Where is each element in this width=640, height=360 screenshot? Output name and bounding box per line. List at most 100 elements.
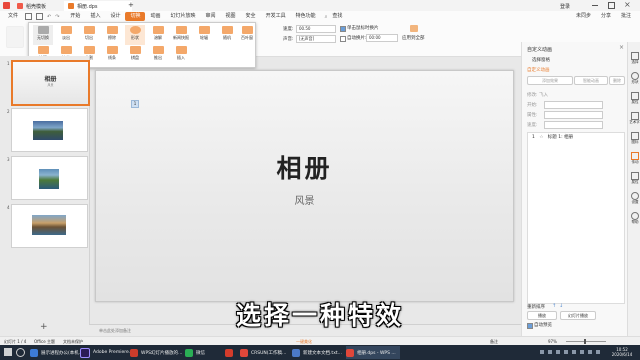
slide-canvas[interactable]: 1 相册 风景 xyxy=(95,70,514,302)
zoom-level[interactable]: 97% xyxy=(548,339,557,344)
taskbar-app[interactable] xyxy=(225,346,236,359)
slide-title[interactable]: 相册 xyxy=(96,149,513,185)
speed-input[interactable]: 00.50 xyxy=(296,25,336,33)
help-tool[interactable]: 帮助 xyxy=(630,212,640,225)
taskbar-app-active[interactable]: 相册.dps - WPS ... xyxy=(346,346,400,359)
tray-icons[interactable] xyxy=(540,350,600,354)
gear-icon xyxy=(631,192,639,200)
menu-developer[interactable]: 开发工具 xyxy=(261,12,291,21)
slide-thumbnail-3[interactable] xyxy=(11,156,88,200)
smart-animation-button[interactable]: 智能动画 xyxy=(574,76,608,85)
shape-tool[interactable]: 形状 xyxy=(630,72,640,85)
add-tab-button[interactable]: + xyxy=(128,1,134,9)
menu-animation[interactable]: 动画 xyxy=(145,12,165,21)
taskbar-app[interactable]: 微信 xyxy=(185,346,205,359)
effect-none[interactable]: 无切换 xyxy=(33,25,53,45)
shape-icon xyxy=(631,72,639,80)
share-button[interactable]: 分享 xyxy=(596,12,616,21)
taskbar-app[interactable]: 新建文本文档.txt... xyxy=(292,346,342,359)
panel-close-icon[interactable]: × xyxy=(619,44,624,51)
menu-review[interactable]: 审阅 xyxy=(201,12,221,21)
zoom-slider[interactable] xyxy=(566,341,606,342)
icon-tool[interactable]: 图标 xyxy=(630,132,640,145)
quick-save-icon[interactable] xyxy=(25,13,33,20)
taskbar-app[interactable]: 展示进程办公(本机... xyxy=(30,346,83,359)
effect-push[interactable]: 推出 xyxy=(148,45,168,65)
maximize-icon[interactable] xyxy=(608,2,615,9)
taskbar-app[interactable]: CRSUN(工作稿... xyxy=(240,346,286,359)
auto-advance-checkbox[interactable] xyxy=(340,36,346,42)
click-advance-checkbox[interactable] xyxy=(340,26,346,32)
slide-thumbnail-1[interactable]: 相册 风景 xyxy=(11,60,90,106)
wordart-tool[interactable]: 艺术字 xyxy=(629,112,640,125)
property-tool[interactable]: 属性 xyxy=(630,92,640,105)
landscape-photo xyxy=(32,215,66,235)
effect-blinds[interactable]: 百叶窗 xyxy=(237,25,257,45)
quick-print-icon[interactable] xyxy=(36,13,44,20)
effect-wheel[interactable]: 轮辐 xyxy=(194,25,214,45)
search-icon[interactable] xyxy=(16,348,25,357)
slide-number: 2 xyxy=(7,109,10,114)
comment-button[interactable]: 批注 xyxy=(616,12,636,21)
animation-tool[interactable]: 传动 xyxy=(630,152,640,165)
speed-select[interactable] xyxy=(544,121,603,129)
quick-redo-icon[interactable]: ↷ xyxy=(55,14,59,20)
menu-slideshow[interactable]: 幻灯片放映 xyxy=(166,12,201,21)
settings-tool[interactable]: 设置 xyxy=(630,192,640,205)
menu-file[interactable]: 文件 xyxy=(3,12,23,21)
item-order: 1 xyxy=(532,135,535,140)
slide-thumbnail-2[interactable] xyxy=(11,108,88,152)
preview-button[interactable] xyxy=(6,26,24,48)
menu-insert[interactable]: 插入 xyxy=(85,12,105,21)
slide-thumbnail-4[interactable] xyxy=(11,204,88,248)
apply-all-icon xyxy=(410,25,418,32)
effect-shape[interactable]: 形状 xyxy=(125,25,145,45)
property-select[interactable] xyxy=(544,111,603,119)
zoom-slider-handle[interactable] xyxy=(584,339,586,344)
property-tool-2[interactable]: 属性 xyxy=(630,172,640,185)
start-select[interactable] xyxy=(544,101,603,109)
select-tool[interactable]: 选择 xyxy=(630,52,640,65)
menu-transition[interactable]: 切换 xyxy=(125,12,146,21)
menu-security[interactable]: 安全 xyxy=(241,12,261,21)
effect-lines[interactable]: 线条 xyxy=(102,45,122,65)
effect-newsflash[interactable]: 新闻快报 xyxy=(171,25,191,45)
slide-subtitle[interactable]: 风景 xyxy=(96,192,513,207)
tab-docer[interactable]: 稻壳模板 xyxy=(13,1,50,11)
effect-cut[interactable]: 切出 xyxy=(79,25,99,45)
start-icon[interactable] xyxy=(4,348,12,356)
effect-dissolve[interactable]: 溶解 xyxy=(148,25,168,45)
app-icon xyxy=(30,348,38,357)
effect-fade[interactable]: 淡出 xyxy=(56,25,76,45)
minimize-icon[interactable] xyxy=(592,5,598,6)
close-icon[interactable]: × xyxy=(624,0,631,9)
add-effect-button[interactable]: 添加效果 xyxy=(527,76,573,85)
menu-search[interactable]: 查找 xyxy=(327,12,347,21)
animation-list-item[interactable]: 1 ☆ 标题 1: 相册 xyxy=(532,134,573,140)
login-button[interactable]: 登录 xyxy=(560,3,570,10)
taskbar-app[interactable]: WPS幻灯片播放的... xyxy=(130,346,182,359)
quick-undo-icon[interactable]: ↶ xyxy=(47,14,51,20)
clock[interactable]: 10:52 2020/6/14 xyxy=(608,347,636,357)
tab-document[interactable]: 相册.dps xyxy=(64,1,132,11)
menu-features[interactable]: 特色功能 xyxy=(291,12,321,21)
apply-all-button[interactable]: 应用到全部 xyxy=(402,35,425,41)
menu-home[interactable]: 开始 xyxy=(65,12,85,21)
home-icon[interactable] xyxy=(3,2,10,9)
effect-checkerboard[interactable]: 棋盘 xyxy=(125,45,145,65)
delete-button[interactable]: 删除 xyxy=(609,76,625,85)
effect-random[interactable]: 随机 xyxy=(217,25,237,45)
taskbar-app[interactable]: Adobe Premiere... xyxy=(80,346,133,359)
sound-label: 声音: xyxy=(283,37,294,42)
tab-label: 稻壳模板 xyxy=(26,3,47,10)
auto-advance-input[interactable]: 00:00 xyxy=(366,34,398,42)
sync-status[interactable]: 未同步 xyxy=(571,12,596,21)
menu-view[interactable]: 视图 xyxy=(221,12,241,21)
sound-select[interactable]: [无声音] xyxy=(296,35,336,43)
effect-wipe[interactable]: 擦除 xyxy=(102,25,122,45)
slide-number: 3 xyxy=(7,157,10,162)
wps-icon xyxy=(130,348,138,357)
effect-insert[interactable]: 插入 xyxy=(171,45,191,65)
menu-design[interactable]: 设计 xyxy=(105,12,125,21)
select-pane-link[interactable]: 选择窗格 xyxy=(532,57,550,63)
